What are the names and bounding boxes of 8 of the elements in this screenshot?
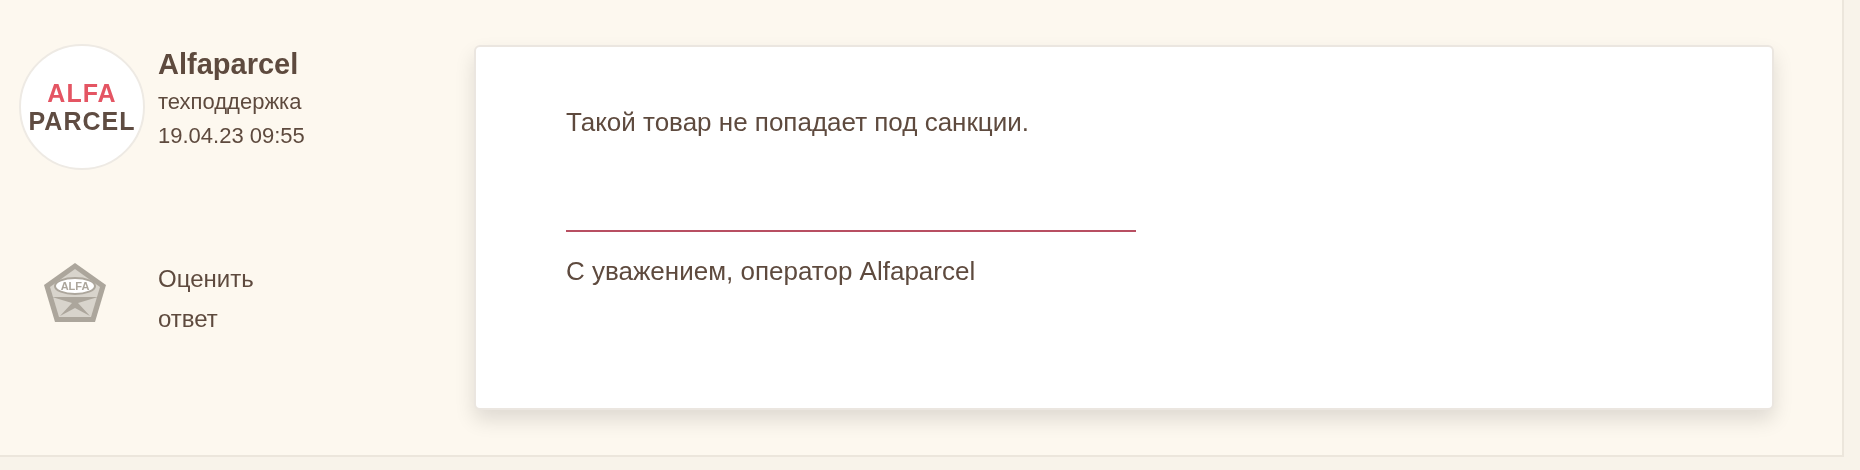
rate-answer-link[interactable]: Оценить xyxy=(158,265,474,293)
message-timestamp: 19.04.23 09:55 xyxy=(158,123,306,149)
author-name: Alfaparcel xyxy=(158,48,300,81)
rate-answer-link[interactable]: ответ xyxy=(158,305,474,333)
author-role: техподдержка xyxy=(158,89,303,115)
message-signature: С уважением, оператор Alfaparcel xyxy=(566,256,977,287)
company-logo: ALFA PARCEL xyxy=(19,44,145,170)
message-text: Такой товар не попадает под санкции. xyxy=(566,107,1030,138)
